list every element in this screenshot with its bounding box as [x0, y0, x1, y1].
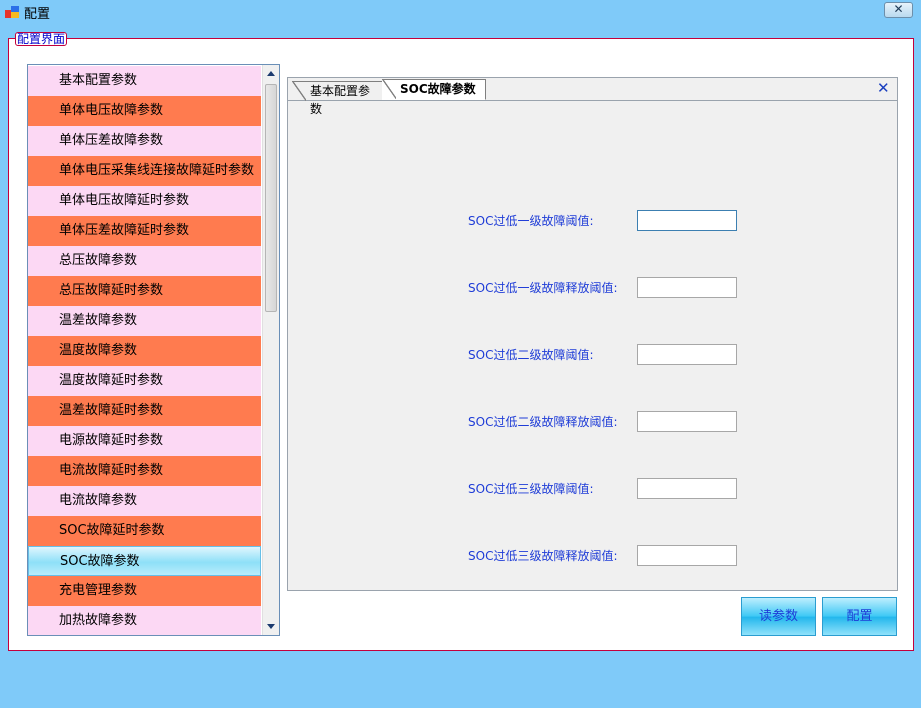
- list-scrollbar[interactable]: [262, 65, 279, 635]
- soc-low-level1-fault-input[interactable]: [637, 210, 737, 231]
- list-item[interactable]: 单体电压采集线连接故障延时参数: [28, 156, 261, 186]
- tab-basic-config[interactable]: 基本配置参数: [292, 81, 388, 116]
- scroll-up-arrow-icon[interactable]: [263, 65, 279, 82]
- list-item[interactable]: 总压故障参数: [28, 246, 261, 276]
- title-bar: 配置 ✕: [0, 0, 921, 23]
- list-item[interactable]: 充电管理参数: [28, 576, 261, 606]
- list-item[interactable]: 单体压差故障参数: [28, 126, 261, 156]
- window-close-button[interactable]: ✕: [884, 2, 913, 18]
- list-item[interactable]: 温差故障延时参数: [28, 396, 261, 426]
- list-item[interactable]: 电流故障参数: [28, 486, 261, 516]
- tab-close-icon[interactable]: ✕: [877, 80, 890, 96]
- field-label: SOC过低三级故障阈值:: [468, 482, 594, 496]
- list-item[interactable]: 电源故障延时参数: [28, 426, 261, 456]
- soc-low-level1-release-input[interactable]: [637, 277, 737, 298]
- soc-low-level3-release-input[interactable]: [637, 545, 737, 566]
- list-item[interactable]: 单体电压故障参数: [28, 96, 261, 126]
- list-item[interactable]: 总压故障延时参数: [28, 276, 261, 306]
- soc-fault-form: SOC过低一级故障阈值: SOC过低一级故障释放阈值: SOC过低二级故障阈值:…: [288, 101, 897, 590]
- scroll-down-arrow-icon[interactable]: [263, 618, 279, 635]
- tab-control: 基本配置参数 SOC故障参数 ✕ SOC过低一级故障阈值: SOC过低一级故障释…: [287, 77, 898, 591]
- list-item[interactable]: 电流故障延时参数: [28, 456, 261, 486]
- parameter-list[interactable]: 基本配置参数 单体电压故障参数 单体压差故障参数 单体电压采集线连接故障延时参数…: [27, 64, 280, 636]
- list-item[interactable]: 单体压差故障延时参数: [28, 216, 261, 246]
- soc-low-level2-fault-input[interactable]: [637, 344, 737, 365]
- field-label: SOC过低一级故障释放阈值:: [468, 281, 618, 295]
- close-icon: ✕: [893, 2, 904, 16]
- field-label: SOC过低三级故障释放阈值:: [468, 549, 618, 563]
- list-item[interactable]: 基本配置参数: [28, 66, 261, 96]
- list-item[interactable]: SOC故障延时参数: [28, 516, 261, 546]
- tab-soc-fault[interactable]: SOC故障参数: [382, 79, 486, 100]
- list-item[interactable]: 加热故障参数: [28, 606, 261, 635]
- parameter-list-items: 基本配置参数 单体电压故障参数 单体压差故障参数 单体电压采集线连接故障延时参数…: [28, 66, 261, 635]
- group-box-label: 配置界面: [15, 32, 68, 46]
- list-item[interactable]: 单体电压故障延时参数: [28, 186, 261, 216]
- list-item-selected[interactable]: SOC故障参数: [28, 546, 261, 576]
- window-title: 配置: [24, 7, 51, 22]
- list-item[interactable]: 温度故障延时参数: [28, 366, 261, 396]
- soc-low-level3-fault-input[interactable]: [637, 478, 737, 499]
- config-group-panel: 配置界面 基本配置参数 单体电压故障参数 单体压差故障参数 单体电压采集线连接故…: [8, 32, 914, 651]
- field-label: SOC过低二级故障阈值:: [468, 348, 594, 362]
- scroll-thumb[interactable]: [265, 84, 277, 312]
- list-item[interactable]: 温差故障参数: [28, 306, 261, 336]
- list-item[interactable]: 温度故障参数: [28, 336, 261, 366]
- tab-strip: 基本配置参数 SOC故障参数 ✕: [288, 78, 897, 116]
- read-params-button[interactable]: 读参数: [741, 597, 816, 636]
- app-config-icon: [5, 6, 19, 18]
- soc-low-level2-release-input[interactable]: [637, 411, 737, 432]
- config-button[interactable]: 配置: [822, 597, 897, 636]
- field-label: SOC过低一级故障阈值:: [468, 214, 594, 228]
- field-label: SOC过低二级故障释放阈值:: [468, 415, 618, 429]
